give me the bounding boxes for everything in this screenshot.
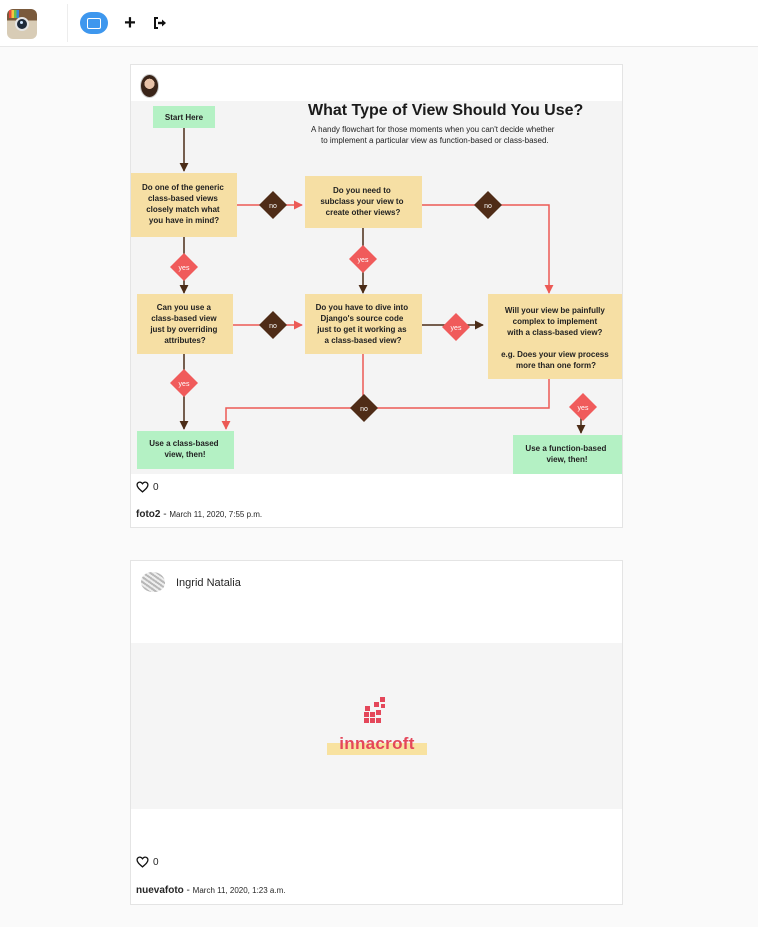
svg-text:no: no [360,406,368,413]
like-section: 0 [136,855,166,871]
post-image-logo[interactable]: innacroft [131,643,622,809]
no-diamond-1: no [259,191,287,219]
post-date: March 11, 2020, 7:55 p.m. [169,510,263,519]
explore-screen-icon[interactable] [80,12,108,34]
author-avatar[interactable] [140,74,159,98]
flowchart-graphic: What Type of View Should You Use? A hand… [131,102,622,474]
post-author[interactable]: Ingrid Natalia [176,577,241,589]
logout-icon[interactable] [152,15,168,31]
logo-rainbow-stripes [9,10,19,18]
nav-divider [67,4,68,42]
svg-text:no: no [269,323,277,330]
screen-glyph [87,17,101,29]
no-diamond-4: no [350,394,378,422]
author-avatar[interactable] [141,572,165,592]
logo-lens [15,17,29,31]
yes-diamond-1: yes [170,253,198,281]
post-date: March 11, 2020, 1:23 a.m. [192,886,286,895]
post-card: Ingrid Natalia innacroft 0 nuevafoto - M… [130,560,623,905]
innacroft-logo-mark [364,697,385,723]
post-image-flowchart[interactable]: What Type of View Should You Use? A hand… [131,101,622,474]
caption-separator: - [183,885,193,896]
flowchart-title: What Type of View Should You Use? [308,102,583,119]
post-caption: foto2 - March 11, 2020, 7:55 p.m. [136,509,262,520]
svg-text:yes: yes [179,381,190,388]
start-label: Start Here [165,113,204,122]
post-title[interactable]: foto2 [136,509,160,520]
yes-diamond-4: yes [442,313,470,341]
top-navigation-bar: + [0,0,758,47]
like-section: 0 [136,480,166,496]
instagram-camera-icon[interactable] [7,9,37,39]
svg-text:no: no [269,203,277,210]
no-diamond-2: no [474,191,502,219]
yes-diamond-3: yes [170,369,198,397]
svg-text:yes: yes [358,257,369,264]
yes-diamond-2: yes [349,245,377,273]
svg-text:yes: yes [179,265,190,272]
like-count: 0 [153,857,159,868]
svg-text:yes: yes [451,325,462,332]
caption-separator: - [160,509,170,520]
plus-icon[interactable]: + [122,13,138,33]
question-2-text: Do you need to subclass your view to cre… [320,186,405,217]
flowchart-subtitle-1: A handy flowchart for those moments when… [311,125,555,134]
svg-text:yes: yes [578,405,589,412]
post-title[interactable]: nuevafoto [136,885,184,896]
heart-icon[interactable] [136,481,149,493]
like-count: 0 [153,482,159,493]
heart-icon[interactable] [136,856,149,868]
brand-wordmark: innacroft [339,734,415,753]
yes-diamond-5: yes [569,393,597,421]
svg-text:no: no [484,203,492,210]
post-caption: nuevafoto - March 11, 2020, 1:23 a.m. [136,885,285,896]
flowchart-subtitle-2: to implement a particular view as functi… [321,136,549,145]
post-card: What Type of View Should You Use? A hand… [130,64,623,528]
no-diamond-3: no [259,311,287,339]
